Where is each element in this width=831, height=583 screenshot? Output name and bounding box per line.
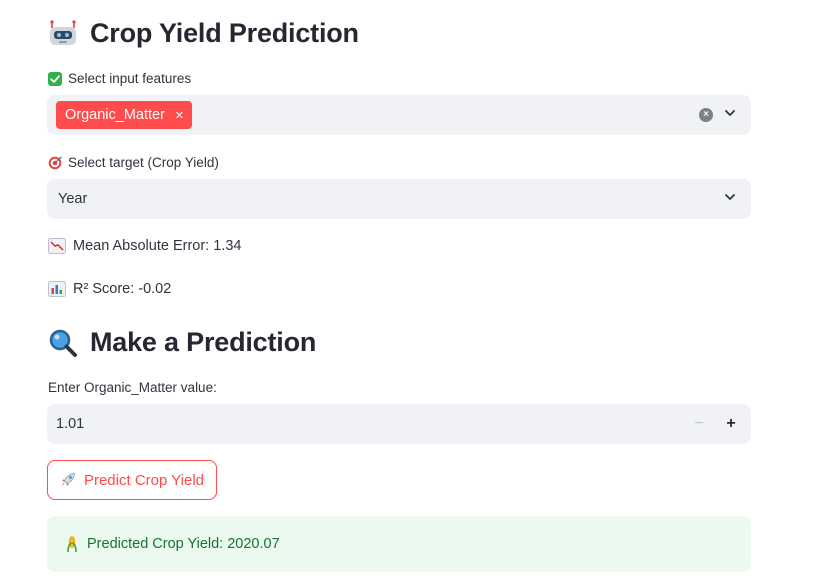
magnifying-glass-icon	[48, 328, 78, 358]
chevron-down-icon[interactable]	[723, 106, 737, 125]
corn-icon	[65, 535, 79, 553]
r2-metric: R² Score: -0.02	[48, 281, 171, 297]
number-input-value[interactable]: 1.01	[56, 416, 84, 432]
rocket-icon	[60, 472, 76, 488]
page-title-text: Crop Yield Prediction	[90, 18, 359, 48]
value-input-label: Enter Organic_Matter value:	[48, 380, 217, 395]
clear-selection-icon[interactable]: ×	[699, 108, 713, 122]
chip-label: Organic_Matter	[65, 107, 165, 123]
target-select-value: Year	[58, 191, 88, 207]
features-label-text: Select input features	[68, 71, 192, 86]
features-multiselect[interactable]: Organic_Matter × ×	[47, 95, 751, 135]
prediction-result-alert: Predicted Crop Yield: 2020.07	[47, 516, 751, 572]
mae-metric: Mean Absolute Error: 1.34	[48, 238, 241, 254]
predict-button-label: Predict Crop Yield	[83, 471, 205, 489]
check-box-icon	[48, 71, 62, 86]
value-input-label-text: Enter Organic_Matter value:	[48, 380, 217, 395]
target-icon	[48, 155, 62, 170]
target-select[interactable]: Year	[47, 179, 751, 219]
r2-text: R² Score: -0.02	[73, 281, 172, 297]
decrement-button[interactable]: −	[687, 410, 711, 438]
mae-text: Mean Absolute Error: 1.34	[73, 238, 242, 254]
target-label-text: Select target (Crop Yield)	[68, 155, 219, 170]
robot-icon	[48, 19, 78, 49]
increment-button[interactable]: +	[719, 410, 743, 438]
prediction-heading: Make a Prediction	[48, 327, 316, 358]
page-title: Crop Yield Prediction	[48, 18, 359, 49]
selected-feature-chip: Organic_Matter ×	[56, 101, 192, 129]
chart-decreasing-icon	[48, 238, 66, 254]
features-label: Select input features	[48, 71, 191, 86]
target-label: Select target (Crop Yield)	[48, 155, 219, 170]
prediction-result-text: Predicted Crop Yield: 2020.07	[87, 536, 280, 552]
bar-chart-icon	[48, 281, 66, 297]
organic-matter-number-input[interactable]: 1.01 − +	[47, 404, 751, 444]
prediction-title-text: Make a Prediction	[90, 327, 317, 357]
chip-remove-icon[interactable]: ×	[175, 108, 184, 123]
chevron-down-icon[interactable]	[723, 190, 737, 209]
predict-button[interactable]: Predict Crop Yield	[47, 460, 217, 500]
